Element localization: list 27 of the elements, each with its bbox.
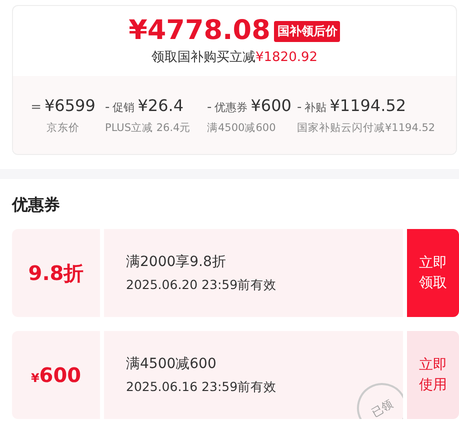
coupon-action-button[interactable]: 立即领取 (407, 229, 459, 317)
breakdown-label: 优惠券 (214, 100, 248, 114)
price-tag: 国补领后价 (274, 20, 340, 42)
coupon-validity: 2025.06.20 23:59前有效 (126, 276, 278, 294)
breakdown-label: 补贴 (304, 100, 327, 114)
coupon-action-button[interactable]: 立即使用 (407, 331, 459, 419)
operator-sign: - (297, 100, 302, 114)
coupon-condition: 满4500减600 (126, 354, 218, 372)
breakdown-amount: ¥600 (250, 96, 292, 114)
breakdown-note: 国家补贴云闪付减¥1194.52 (297, 120, 436, 134)
price: ¥4778.08 (128, 16, 270, 46)
coupon-value: ¥600 (30, 363, 82, 387)
operator-sign: = (30, 100, 42, 114)
operator-sign: - (207, 100, 212, 114)
breakdown-amount: ¥1194.52 (330, 96, 406, 114)
breakdown-note: 满4500减600 (207, 120, 276, 134)
subsidy-text: 领取国补购买立减¥1820.92 (151, 49, 318, 66)
breakdown-label: 促销 (112, 100, 135, 114)
breakdown-note: 京东价 (46, 120, 80, 134)
operator-sign: - (105, 100, 110, 114)
breakdown-amount: ¥26.4 (138, 96, 184, 114)
coupon-condition: 满2000享9.8折 (126, 252, 227, 270)
coupon-value: 9.8折 (28, 260, 84, 286)
coupon-validity: 2025.06.16 23:59前有效 (126, 378, 278, 396)
breakdown-note: PLUS立减 26.4元 (105, 120, 191, 134)
section-title: 优惠券 (10, 194, 61, 216)
breakdown-amount: ¥6599 (44, 96, 96, 114)
